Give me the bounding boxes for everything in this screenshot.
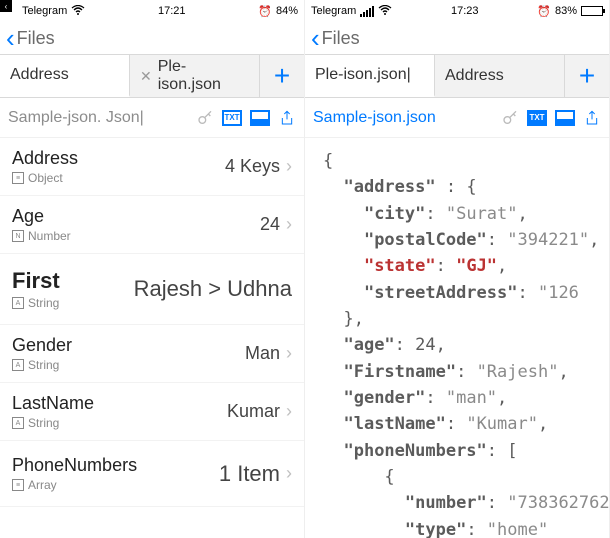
key-icon[interactable] [196,109,214,127]
tab-json-file[interactable]: Ple-ison.json| [305,55,435,97]
wifi-icon [71,5,85,18]
chevron-right-icon: › [286,156,292,177]
tab-address[interactable]: Address [435,55,565,97]
alarm-icon: ⏰ [537,5,551,18]
wifi-icon [378,5,392,18]
battery-icon [581,6,603,16]
carrier-label: Telegram [22,5,67,17]
chevron-right-icon: › [286,343,292,364]
tab-bar: Ple-ison.json| Address + [305,54,609,98]
pane-raw: Telegram 17:23 ⏰ 83% ‹ Files Ple-ison.js… [305,0,610,538]
image-view-icon[interactable] [555,110,575,126]
nav-bar: ‹ Files [0,22,304,54]
plus-icon: + [579,60,595,92]
property-list: Address≡Object 4 Keys› AgeNNumber 24› Fi… [0,138,304,538]
clock-label: 17:21 [158,5,186,17]
list-item[interactable]: GenderAString Man› [0,325,304,383]
chevron-right-icon: › [286,401,292,422]
status-bar: Telegram 17:21 ⏰ 84% [0,0,304,22]
path-bar: Sample-json. Json| TXT [0,98,304,138]
share-icon[interactable] [583,109,601,127]
tab-bar: Address ✕ Ple-ison.json + [0,54,304,98]
alarm-icon: ⏰ [258,5,272,18]
new-tab-button[interactable]: + [565,55,609,97]
tab-json-file[interactable]: ✕ Ple-ison.json [130,55,260,97]
list-item[interactable]: AgeNNumber 24› [0,196,304,254]
battery-percent: 83% [555,5,577,17]
tab-label: Address [445,67,504,85]
signal-icon [360,6,374,17]
share-icon[interactable] [278,109,296,127]
chevron-right-icon: › [286,463,292,484]
list-item[interactable]: LastNameAString Kumar› [0,383,304,441]
text-view-icon[interactable]: TXT [527,110,547,126]
key-icon[interactable] [501,109,519,127]
new-tab-button[interactable]: + [260,55,304,97]
breadcrumb: Sample-json.json [313,109,493,127]
pane-structured: ‹ Telegram 17:21 ⏰ 84% ‹ Files Address ✕… [0,0,305,538]
list-item[interactable]: FirstAString Rajesh > Udhna [0,254,304,325]
clock-label: 17:23 [451,5,479,17]
path-bar: Sample-json.json TXT [305,98,609,138]
list-item[interactable]: PhoneNumbers≡Array 1 Item› [0,441,304,507]
battery-percent: 84% [276,5,298,17]
back-chevron-icon[interactable]: ‹ [311,25,320,51]
image-view-icon[interactable] [250,110,270,126]
nav-bar: ‹ Files [305,22,609,54]
breadcrumb: Sample-json. Json| [8,109,188,127]
plus-icon: + [274,60,290,92]
text-view-icon[interactable]: TXT [222,110,242,126]
json-raw-view[interactable]: { "address" : { "city": "Surat", "postal… [305,138,609,538]
back-label[interactable]: Files [322,28,360,49]
tab-label: Ple-ison.json| [315,66,411,84]
back-to-telegram-icon[interactable]: ‹ [0,0,12,12]
tab-label: Ple-ison.json [158,58,249,94]
tab-label: Address [10,66,69,84]
tab-address[interactable]: Address [0,55,130,97]
status-bar: Telegram 17:23 ⏰ 83% [305,0,609,22]
carrier-label: Telegram [311,5,356,17]
close-tab-icon[interactable]: ✕ [140,68,152,85]
back-chevron-icon[interactable]: ‹ [6,25,15,51]
chevron-right-icon: › [286,214,292,235]
back-label[interactable]: Files [17,28,55,49]
list-item[interactable]: Address≡Object 4 Keys› [0,138,304,196]
